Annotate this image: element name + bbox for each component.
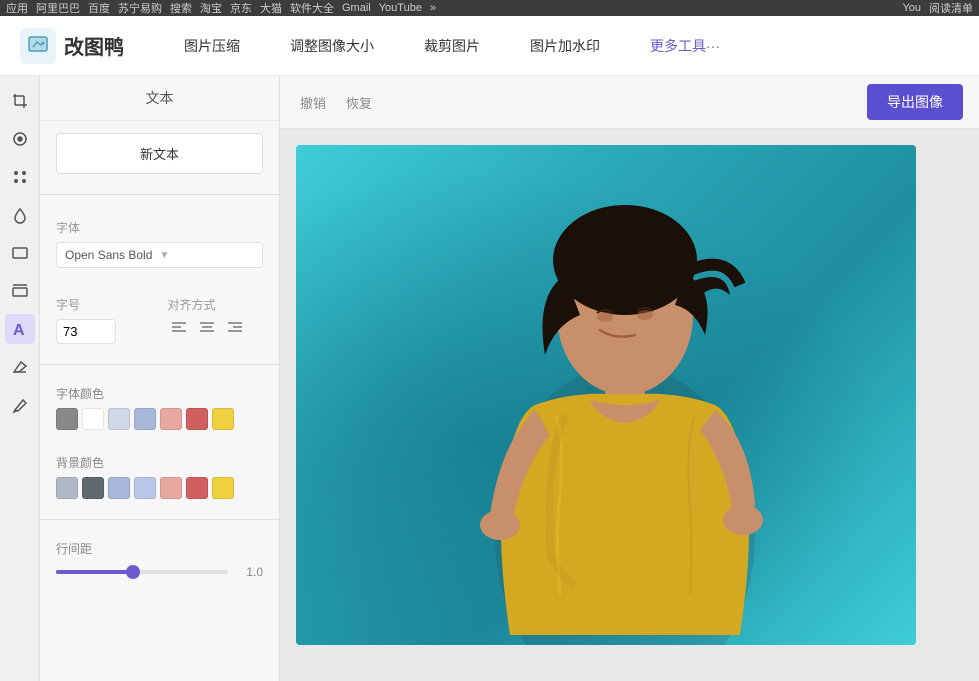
- image-container[interactable]: [296, 145, 916, 645]
- align-label: 对齐方式: [168, 296, 264, 313]
- nav-links: 图片压缩 调整图像大小 裁剪图片 图片加水印 更多工具···: [184, 36, 959, 56]
- font-color-white[interactable]: [82, 408, 104, 430]
- divider-2: [40, 364, 279, 365]
- size-align-section: 字号 对齐方式: [40, 280, 279, 356]
- bookmark-taobao[interactable]: 淘宝: [200, 0, 222, 16]
- bookmark-jd[interactable]: 京东: [230, 0, 252, 16]
- bookmark-software[interactable]: 软件大全: [290, 0, 334, 16]
- font-section: 字体 Open Sans Bold ▼: [40, 203, 279, 280]
- bookmark-dacat[interactable]: 大猫: [260, 0, 282, 16]
- bookmark-youtube[interactable]: YouTube: [379, 2, 422, 14]
- line-height-slider-track[interactable]: [56, 570, 228, 574]
- nav-resize[interactable]: 调整图像大小: [290, 36, 374, 56]
- svg-text:A: A: [13, 322, 25, 338]
- font-color-red[interactable]: [186, 408, 208, 430]
- drop-tool-btn[interactable]: [5, 200, 35, 230]
- logo-text: 改图鸭: [64, 31, 124, 60]
- more-bookmarks[interactable]: »: [430, 2, 436, 14]
- divider-3: [40, 519, 279, 520]
- line-height-row: 1.0: [56, 565, 263, 579]
- align-col: 对齐方式: [168, 292, 264, 344]
- line-height-slider-thumb[interactable]: [126, 565, 140, 579]
- align-buttons: [168, 319, 264, 340]
- bg-color-lightblue2[interactable]: [108, 477, 130, 499]
- icon-bar: A: [0, 76, 40, 681]
- font-color-section: 字体颜色: [40, 373, 279, 442]
- font-select[interactable]: Open Sans Bold ▼: [56, 242, 263, 268]
- nav-more[interactable]: 更多工具···: [650, 36, 720, 56]
- font-color-swatches: [56, 408, 263, 430]
- person-image: [435, 155, 815, 645]
- divider-1: [40, 194, 279, 195]
- size-align-row: 字号 对齐方式: [56, 292, 263, 344]
- nav-crop[interactable]: 裁剪图片: [424, 36, 480, 56]
- redo-button[interactable]: 恢复: [342, 91, 376, 114]
- font-size-label: 字号: [56, 296, 152, 313]
- circle-tool-btn[interactable]: [5, 124, 35, 154]
- browser-bar: 应用 阿里巴巴 百度 苏宁易购 搜索 淘宝 京东 大猫 软件大全 Gmail Y…: [0, 0, 979, 16]
- bookmark-gmail[interactable]: Gmail: [342, 2, 371, 14]
- align-left-btn[interactable]: [168, 319, 190, 340]
- font-value: Open Sans Bold: [65, 248, 160, 262]
- rect-tool-btn[interactable]: [5, 276, 35, 306]
- nav-watermark[interactable]: 图片加水印: [530, 36, 600, 56]
- text-tool-btn[interactable]: A: [5, 314, 35, 344]
- bg-color-red2[interactable]: [186, 477, 208, 499]
- font-color-gray[interactable]: [56, 408, 78, 430]
- eraser-tool-btn[interactable]: [5, 352, 35, 382]
- logo-icon: [20, 28, 56, 64]
- font-label: 字体: [56, 219, 263, 236]
- bg-color-swatches: [56, 477, 263, 499]
- align-center-btn[interactable]: [196, 319, 218, 340]
- you-label: You: [902, 2, 921, 14]
- main-layout: A 文本 新文本 字体 Open Sans Bold ▼: [0, 76, 979, 681]
- font-color-blue[interactable]: [134, 408, 156, 430]
- bg-color-label: 背景颜色: [56, 454, 263, 471]
- font-color-yellow[interactable]: [212, 408, 234, 430]
- canvas-toolbar: 撤销 恢复 导出图像: [280, 76, 979, 129]
- line-height-slider-fill: [56, 570, 133, 574]
- font-size-input[interactable]: [56, 319, 116, 344]
- bg-color-section: 背景颜色: [40, 442, 279, 511]
- nodes-tool-btn[interactable]: [5, 162, 35, 192]
- line-height-value: 1.0: [238, 565, 263, 579]
- font-color-label: 字体颜色: [56, 385, 263, 402]
- font-color-salmon[interactable]: [160, 408, 182, 430]
- bg-color-lightgray[interactable]: [56, 477, 78, 499]
- nav-compress[interactable]: 图片压缩: [184, 36, 240, 56]
- line-height-label: 行间距: [56, 540, 263, 557]
- bookmark-alibaba[interactable]: 阿里巴巴: [36, 0, 80, 16]
- bookmark-baidu[interactable]: 百度: [88, 0, 110, 16]
- bg-color-darkgray[interactable]: [82, 477, 104, 499]
- canvas-area: 撤销 恢复 导出图像: [280, 76, 979, 681]
- new-text-button[interactable]: 新文本: [56, 133, 263, 174]
- bg-color-salmon2[interactable]: [160, 477, 182, 499]
- undo-button[interactable]: 撤销: [296, 91, 330, 114]
- align-right-btn[interactable]: [224, 319, 246, 340]
- bookmark-suning[interactable]: 苏宁易购: [118, 0, 162, 16]
- bg-color-blue2[interactable]: [134, 477, 156, 499]
- pen-tool-btn[interactable]: [5, 390, 35, 420]
- export-button[interactable]: 导出图像: [867, 84, 963, 120]
- bookmark-apps[interactable]: 应用: [6, 0, 28, 16]
- panel-title: 文本: [40, 76, 279, 121]
- font-size-col: 字号: [56, 292, 152, 344]
- bookmark-search[interactable]: 搜索: [170, 0, 192, 16]
- rect-outline-tool-btn[interactable]: [5, 238, 35, 268]
- bg-color-yellow2[interactable]: [212, 477, 234, 499]
- line-height-section: 行间距 1.0: [40, 528, 279, 591]
- canvas-content: [280, 129, 979, 681]
- text-panel: 文本 新文本 字体 Open Sans Bold ▼ 字号 对齐方式: [40, 76, 280, 681]
- font-dropdown-arrow: ▼: [160, 250, 255, 261]
- new-text-section: 新文本: [40, 121, 279, 186]
- read-mode[interactable]: 阅读清单: [929, 0, 973, 16]
- font-color-lightblue[interactable]: [108, 408, 130, 430]
- crop-tool-btn[interactable]: [5, 86, 35, 116]
- app-header: 改图鸭 图片压缩 调整图像大小 裁剪图片 图片加水印 更多工具···: [0, 16, 979, 76]
- logo[interactable]: 改图鸭: [20, 28, 124, 64]
